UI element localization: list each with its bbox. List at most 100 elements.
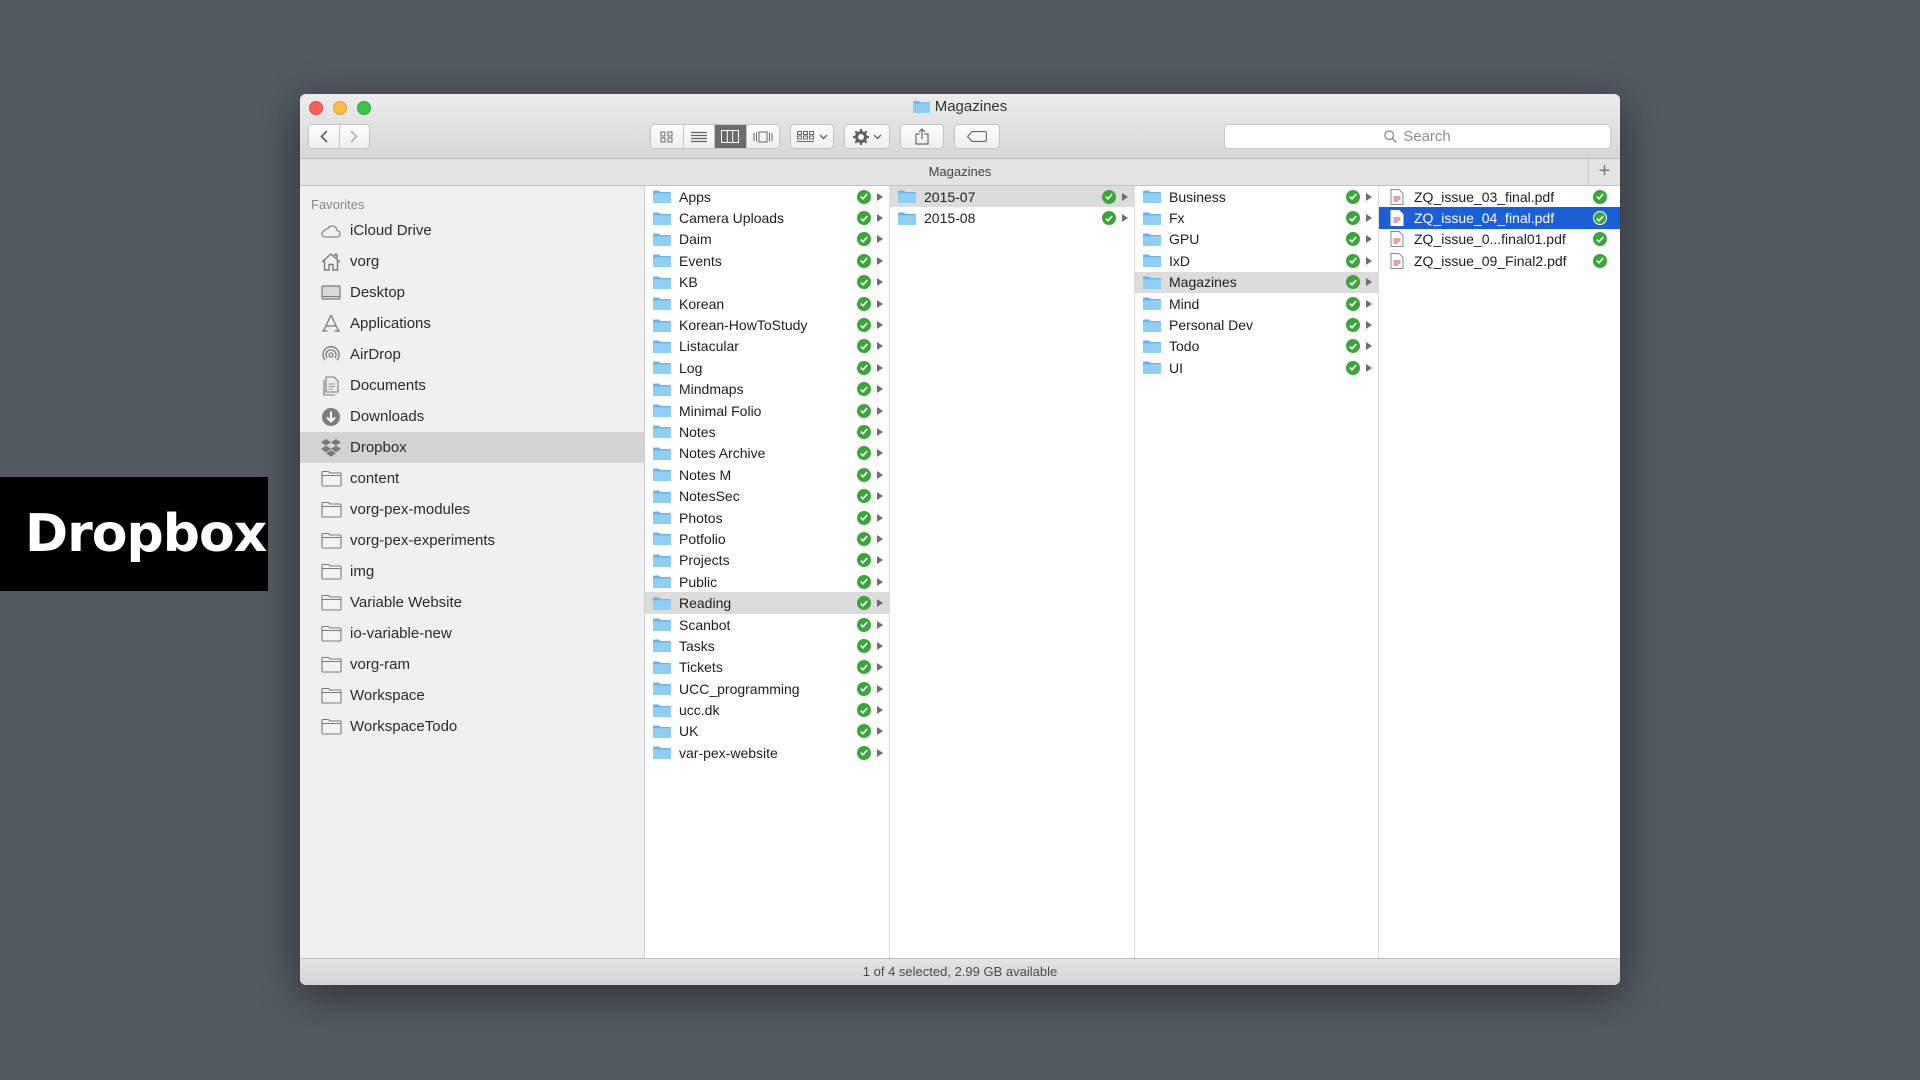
sync-status-icon <box>857 703 871 718</box>
folder-item-magazines[interactable]: Magazines <box>1135 271 1378 293</box>
sync-status-icon <box>857 232 871 247</box>
item-name: Notes M <box>679 466 732 483</box>
folder-item-notessec[interactable]: NotesSec <box>645 485 889 506</box>
sync-status-icon <box>857 253 871 268</box>
file-item-zq-issue-03-final-pdf[interactable]: ZQ_issue_03_final.pdf <box>1379 186 1620 207</box>
share-button[interactable] <box>900 124 944 149</box>
folder-icon <box>653 532 671 546</box>
sidebar-item-dropbox[interactable]: Dropbox <box>300 432 644 463</box>
folder-item-korean-howtostudy[interactable]: Korean-HowToStudy <box>645 314 889 335</box>
folder-item-ui[interactable]: UI <box>1135 357 1378 378</box>
sidebar-item-workspace[interactable]: Workspace <box>300 680 644 711</box>
folder-item-public[interactable]: Public <box>645 571 889 592</box>
folder-item-var-pex-website[interactable]: var-pex-website <box>645 742 889 763</box>
sidebar-item-documents[interactable]: Documents <box>300 370 644 401</box>
folder-item-scanbot[interactable]: Scanbot <box>645 614 889 635</box>
cover-flow-button[interactable] <box>746 125 779 148</box>
folder-item-uk[interactable]: UK <box>645 721 889 742</box>
folder-item-projects[interactable]: Projects <box>645 550 889 571</box>
folder-item-notes-archive[interactable]: Notes Archive <box>645 443 889 464</box>
sidebar-item-variable-website[interactable]: Variable Website <box>300 587 644 618</box>
folder-item-gpu[interactable]: GPU <box>1135 229 1378 250</box>
sync-status-icon <box>857 318 871 333</box>
folder-item-reading[interactable]: Reading <box>645 592 889 614</box>
sidebar-item-airdrop[interactable]: AirDrop <box>300 339 644 370</box>
disclosure-arrow-icon <box>877 684 883 693</box>
sync-status-icon <box>1593 211 1607 226</box>
folder-item-mindmaps[interactable]: Mindmaps <box>645 379 889 400</box>
item-name: Korean-HowToStudy <box>679 317 808 334</box>
folder-item-mind[interactable]: Mind <box>1135 293 1378 314</box>
share-icon <box>915 128 929 145</box>
folder-item-2015-08[interactable]: 2015-08 <box>890 207 1134 228</box>
sidebar-item-vorg-ram[interactable]: vorg-ram <box>300 649 644 680</box>
folder-item-korean[interactable]: Korean <box>645 293 889 314</box>
folder-item-tickets[interactable]: Tickets <box>645 657 889 678</box>
folder-item-todo[interactable]: Todo <box>1135 336 1378 357</box>
sync-status-icon <box>857 403 871 418</box>
sidebar-item-vorg-pex-experiments[interactable]: vorg-pex-experiments <box>300 525 644 556</box>
sync-status-icon <box>857 446 871 461</box>
file-item-zq-issue-0-final01-pdf[interactable]: ZQ_issue_0...final01.pdf <box>1379 229 1620 250</box>
folder-item-potfolio[interactable]: Potfolio <box>645 528 889 549</box>
new-tab-button[interactable]: + <box>1588 159 1620 185</box>
item-name: Photos <box>679 509 723 526</box>
back-button[interactable] <box>309 125 340 148</box>
folder-item-photos[interactable]: Photos <box>645 507 889 528</box>
folder-item-kb[interactable]: KB <box>645 272 889 293</box>
tab-magazines[interactable]: Magazines <box>929 164 992 179</box>
folder-item-listacular[interactable]: Listacular <box>645 336 889 357</box>
folder-item-events[interactable]: Events <box>645 250 889 271</box>
sidebar-item-vorg[interactable]: vorg <box>300 246 644 277</box>
icon-view-button[interactable] <box>651 125 684 148</box>
folder-item-notes[interactable]: Notes <box>645 421 889 442</box>
sidebar-item-vorg-pex-modules[interactable]: vorg-pex-modules <box>300 494 644 525</box>
sync-status-icon <box>1346 360 1360 375</box>
file-item-zq-issue-04-final-pdf[interactable]: ZQ_issue_04_final.pdf <box>1379 207 1620 229</box>
arrange-button[interactable] <box>790 124 834 149</box>
folder-item-apps[interactable]: Apps <box>645 186 889 207</box>
search-field[interactable]: Search <box>1224 124 1611 149</box>
sidebar-item-label: Desktop <box>350 284 406 301</box>
folder-item-tasks[interactable]: Tasks <box>645 635 889 656</box>
folder-item-ucc-dk[interactable]: ucc.dk <box>645 699 889 720</box>
list-view-button[interactable] <box>683 125 716 148</box>
sidebar-item-applications[interactable]: Applications <box>300 308 644 339</box>
sidebar-item-content[interactable]: content <box>300 463 644 494</box>
folder-icon <box>653 704 671 717</box>
chevron-left-icon <box>320 130 328 143</box>
sidebar-item-label: AirDrop <box>350 346 401 363</box>
folder-item-minimal-folio[interactable]: Minimal Folio <box>645 400 889 421</box>
item-name: Todo <box>1169 338 1200 355</box>
column-view-button[interactable] <box>715 125 747 148</box>
item-name: 2015-08 <box>924 210 976 227</box>
folder-item-personal-dev[interactable]: Personal Dev <box>1135 314 1378 335</box>
sidebar-item-desktop[interactable]: Desktop <box>300 277 644 308</box>
item-name: Magazines <box>1169 274 1237 291</box>
sidebar-item-label: Workspace <box>350 687 425 704</box>
folder-item-business[interactable]: Business <box>1135 186 1378 207</box>
sidebar-item-icloud-drive[interactable]: iCloud Drive <box>300 215 644 246</box>
tags-button[interactable] <box>954 124 1000 149</box>
folder-item-2015-07[interactable]: 2015-07 <box>890 186 1134 208</box>
sidebar-item-workspacetodo[interactable]: WorkspaceTodo <box>300 711 644 742</box>
forward-button[interactable] <box>339 125 369 148</box>
folder-item-fx[interactable]: Fx <box>1135 207 1378 228</box>
folder-item-daim[interactable]: Daim <box>645 229 889 250</box>
folder-item-notes-m[interactable]: Notes M <box>645 464 889 485</box>
sync-status-icon <box>857 553 871 568</box>
folder-item-camera-uploads[interactable]: Camera Uploads <box>645 207 889 228</box>
folder-item-ucc-programming[interactable]: UCC_programming <box>645 678 889 699</box>
folder-item-log[interactable]: Log <box>645 357 889 378</box>
column-view-icon <box>721 130 740 143</box>
gear-icon <box>852 128 869 145</box>
disclosure-arrow-icon <box>877 599 883 608</box>
sidebar-item-downloads[interactable]: Downloads <box>300 401 644 432</box>
item-name: Listacular <box>679 338 739 355</box>
sidebar-item-img[interactable]: img <box>300 556 644 587</box>
action-menu-button[interactable] <box>844 124 890 149</box>
item-name: Camera Uploads <box>679 210 785 227</box>
folder-item-ixd[interactable]: IxD <box>1135 250 1378 271</box>
file-item-zq-issue-09-final2-pdf[interactable]: ZQ_issue_09_Final2.pdf <box>1379 250 1620 271</box>
sidebar-item-io-variable-new[interactable]: io-variable-new <box>300 618 644 649</box>
